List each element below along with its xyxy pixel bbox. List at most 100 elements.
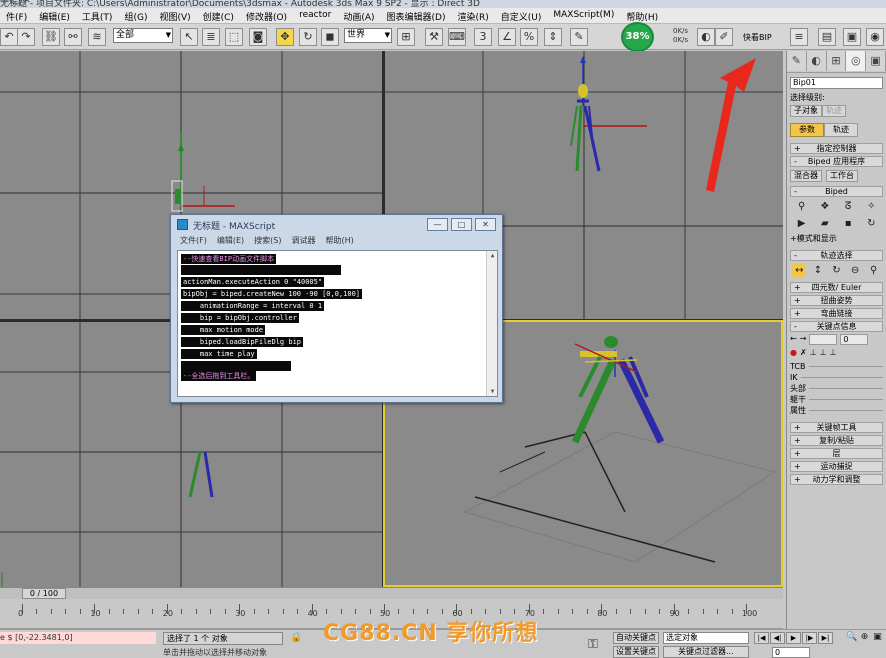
- rollout-keyframe-tools[interactable]: + 关键帧工具: [790, 422, 883, 433]
- minimize-icon[interactable]: —: [427, 218, 448, 231]
- convert-icon[interactable]: ↻: [864, 217, 878, 231]
- sub-object-button[interactable]: 子对象: [790, 105, 822, 117]
- selection-filter-dropdown[interactable]: 全部 ▼: [113, 28, 173, 43]
- menu-maxscript[interactable]: MAXScript(M): [547, 8, 620, 23]
- set-planted-key-icon[interactable]: ⊥: [810, 348, 817, 357]
- percent-snap-icon[interactable]: %: [520, 28, 538, 46]
- unlink-icon[interactable]: ⚯: [64, 28, 82, 46]
- align-icon[interactable]: ✐: [715, 28, 733, 46]
- tree-item[interactable]: TCB: [790, 361, 883, 372]
- set-key-icon[interactable]: ●: [790, 348, 797, 357]
- rollout-twist-pose[interactable]: + 扭曲姿势: [790, 295, 883, 306]
- play-icon[interactable]: ▶: [786, 632, 801, 644]
- ms-menu-debugger[interactable]: 调试器: [291, 235, 315, 247]
- maxscript-titlebar[interactable]: 无标题 - MAXScript — □ ✕: [171, 215, 502, 235]
- ms-menu-search[interactable]: 搜索(S): [254, 235, 281, 247]
- track-button[interactable]: 轨迹: [822, 105, 846, 117]
- mixer-button[interactable]: 混合器: [790, 170, 822, 182]
- layer-manager-icon[interactable]: ≡: [790, 28, 808, 46]
- maxscript-editor[interactable]: --快速查看BIP动画文件脚本 actionMan.executeAction …: [177, 250, 498, 397]
- curve-editor-icon[interactable]: ▤: [818, 28, 836, 46]
- mode-display-toggle[interactable]: +模式和显示: [790, 233, 883, 244]
- menu-group[interactable]: 组(G): [118, 8, 153, 23]
- next-frame-icon[interactable]: |▶: [802, 632, 817, 644]
- maxscript-scrollbar[interactable]: ▲ ▼: [486, 251, 497, 396]
- next-key-icon[interactable]: →: [800, 334, 807, 345]
- rollout-key-info[interactable]: - 关键点信息: [790, 321, 883, 332]
- rollout-assign-controller[interactable]: + 指定控制器: [790, 143, 883, 154]
- menu-reactor[interactable]: reactor: [293, 8, 337, 23]
- key-time-field[interactable]: 0: [840, 334, 869, 345]
- modify-tab-icon[interactable]: ◐: [806, 51, 827, 71]
- menu-tools[interactable]: 工具(T): [76, 8, 119, 23]
- schematic-view-icon[interactable]: ▣: [843, 28, 861, 46]
- trajectories-tab[interactable]: 轨迹: [824, 123, 858, 137]
- lock-com-icon[interactable]: ⊖: [848, 264, 862, 278]
- key-filters-button[interactable]: 关键点过滤器...: [663, 646, 749, 658]
- zoom-extents-icon[interactable]: ▣: [872, 632, 883, 643]
- ms-menu-edit[interactable]: 编辑(E): [217, 235, 244, 247]
- undo-icon[interactable]: ↶: [0, 28, 18, 46]
- zoom-icon[interactable]: 🔍: [846, 632, 857, 643]
- play-biped-icon[interactable]: ▶: [795, 217, 809, 231]
- ms-menu-help[interactable]: 帮助(H): [325, 235, 353, 247]
- rollout-motion-capture[interactable]: + 运动捕捉: [790, 461, 883, 472]
- select-link-icon[interactable]: ⛓: [42, 28, 60, 46]
- pivot-center-icon[interactable]: ⊞: [397, 28, 415, 46]
- time-slider-thumb[interactable]: 0 / 100: [22, 588, 66, 599]
- named-selection-icon[interactable]: ✎: [570, 28, 588, 46]
- set-key-button[interactable]: 设置关键点: [613, 646, 659, 658]
- footstep-mode-icon[interactable]: ❖: [818, 200, 832, 214]
- set-free-key-icon[interactable]: ⊥: [830, 348, 837, 357]
- spinner-snap-icon[interactable]: ⇕: [544, 28, 562, 46]
- menu-graph-editors[interactable]: 图表编辑器(D): [381, 8, 452, 23]
- menu-rendering[interactable]: 渲染(R): [451, 8, 494, 23]
- rollout-layers[interactable]: + 层: [790, 448, 883, 459]
- auto-key-button[interactable]: 自动关键点: [613, 632, 659, 644]
- tree-item[interactable]: 头部: [790, 383, 883, 394]
- snaps-toggle-icon[interactable]: 3: [474, 28, 492, 46]
- delete-key-icon[interactable]: ✗: [800, 348, 807, 357]
- reference-coord-dropdown[interactable]: 世界 ▼: [344, 28, 392, 43]
- tree-item[interactable]: IK: [790, 372, 883, 383]
- rollout-copy-paste[interactable]: + 复制/粘贴: [790, 435, 883, 446]
- prev-key-icon[interactable]: ←: [790, 334, 797, 345]
- go-to-end-icon[interactable]: ▶|: [818, 632, 833, 644]
- set-sliding-key-icon[interactable]: ⊥: [820, 348, 827, 357]
- rect-selection-icon[interactable]: ⬚: [225, 28, 243, 46]
- mixer-mode-icon[interactable]: ✧: [864, 200, 878, 214]
- quick-bip-button[interactable]: 快看BIP: [743, 32, 772, 43]
- menu-views[interactable]: 视图(V): [153, 8, 196, 23]
- bind-space-warp-icon[interactable]: ≋: [88, 28, 106, 46]
- select-object-icon[interactable]: ↖: [180, 28, 198, 46]
- save-file-icon[interactable]: ▪: [841, 217, 855, 231]
- menu-file[interactable]: 件(F): [0, 8, 33, 23]
- figure-mode-icon[interactable]: ⚲: [795, 200, 809, 214]
- symmetrical-icon[interactable]: ⚲: [867, 264, 881, 278]
- redo-icon[interactable]: ↷: [17, 28, 35, 46]
- parameters-tab[interactable]: 参数: [790, 123, 824, 137]
- load-file-icon[interactable]: ▰: [818, 217, 832, 231]
- motion-tab-icon[interactable]: ◎: [846, 51, 867, 71]
- time-slider[interactable]: 0 / 100: [0, 587, 783, 599]
- object-name-field[interactable]: Bip01: [790, 77, 883, 89]
- rollout-bend-links[interactable]: + 弯曲链接: [790, 308, 883, 319]
- scroll-up-icon[interactable]: ▲: [488, 252, 497, 261]
- tree-item[interactable]: 属性: [790, 405, 883, 416]
- window-crossing-icon[interactable]: ◙: [249, 28, 267, 46]
- rotate-icon[interactable]: ↻: [299, 28, 317, 46]
- rollout-biped[interactable]: - Biped: [790, 186, 883, 197]
- menu-help[interactable]: 帮助(H): [620, 8, 664, 23]
- material-editor-icon[interactable]: ◉: [866, 28, 884, 46]
- menu-edit[interactable]: 编辑(E): [33, 8, 76, 23]
- rollout-dynamics[interactable]: + 动力学和调整: [790, 474, 883, 485]
- motion-flow-icon[interactable]: ᘔ: [841, 200, 855, 214]
- body-rotation-icon[interactable]: ↻: [829, 264, 843, 278]
- current-frame-field[interactable]: 0: [772, 647, 810, 658]
- hierarchy-tab-icon[interactable]: ⊞: [826, 51, 847, 71]
- angle-snap-icon[interactable]: ∠: [498, 28, 516, 46]
- create-tab-icon[interactable]: ✎: [787, 51, 807, 71]
- display-tab-icon[interactable]: ▣: [866, 51, 886, 71]
- maxscript-window[interactable]: 无标题 - MAXScript — □ ✕ 文件(F) 编辑(E) 搜索(S) …: [170, 214, 503, 403]
- scroll-down-icon[interactable]: ▼: [488, 388, 497, 396]
